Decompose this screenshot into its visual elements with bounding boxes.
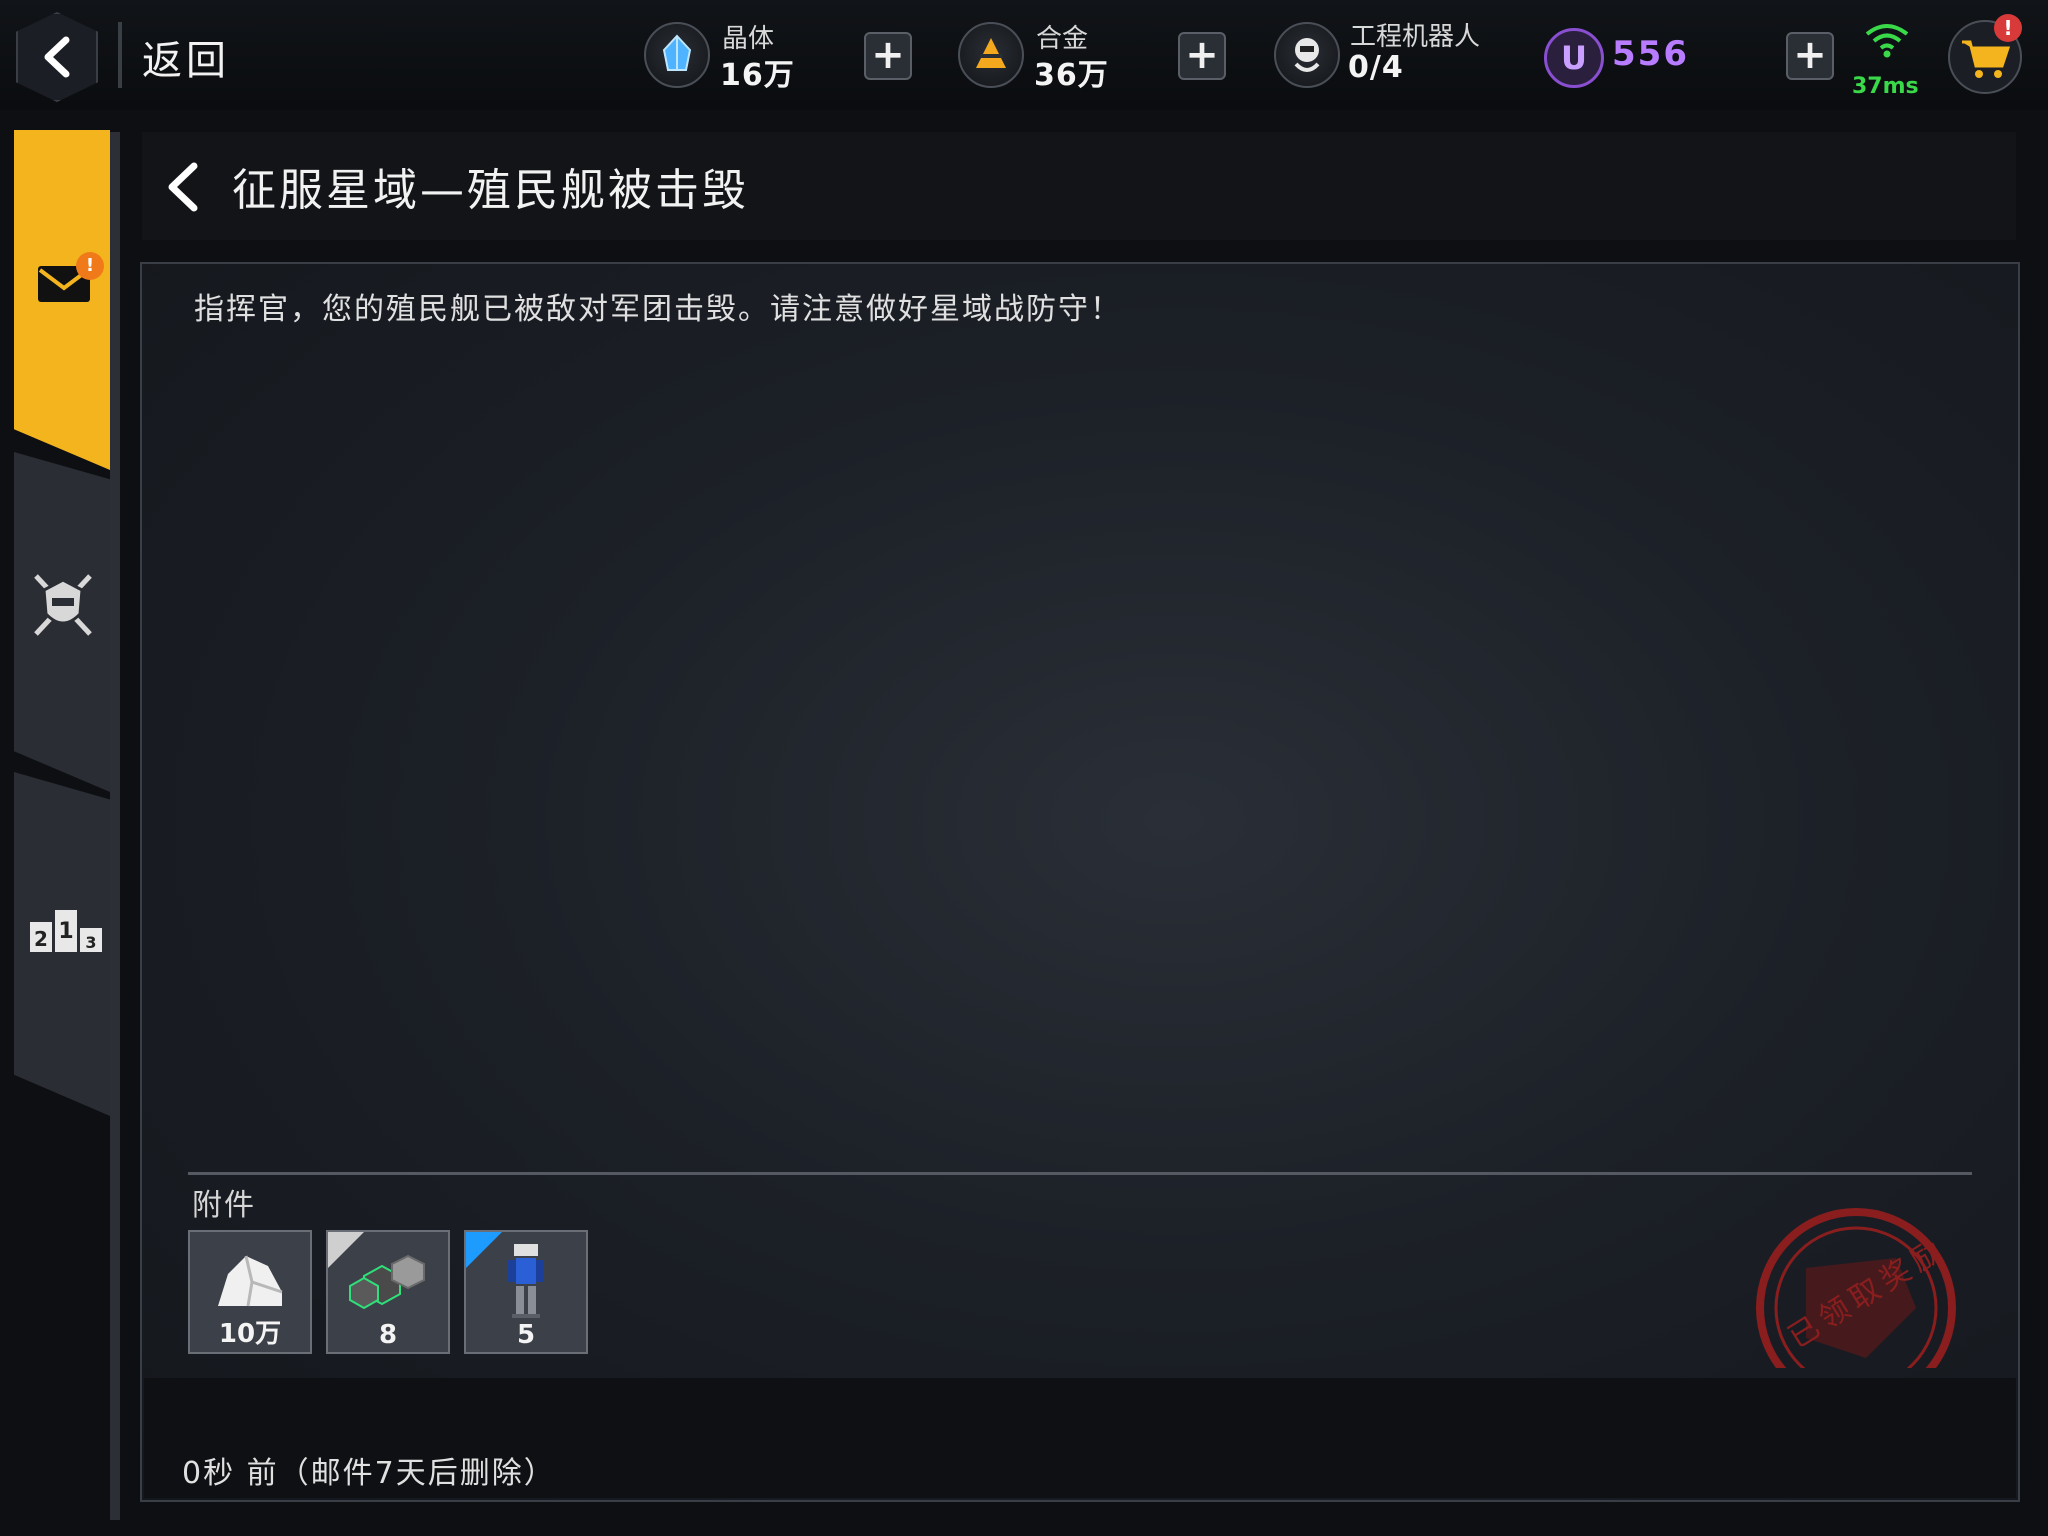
alloy-icon: [958, 22, 1024, 88]
robot-icon: [1274, 22, 1340, 88]
chevron-left-icon[interactable]: [160, 162, 204, 212]
rewards-claimed-stamp: 已领取奖励: [1746, 1198, 1966, 1368]
mail-notification-badge: !: [76, 252, 104, 280]
mail-body: 指挥官，您的殖民舰已被敌对军团击毁。请注意做好星域战防守！: [194, 292, 1122, 327]
attachment-item[interactable]: 8: [326, 1230, 450, 1354]
top-bar: 返回 晶体 16万 + 合金 36万 + 工程机器人 0/4 U 556 + 3…: [0, 0, 2048, 110]
cart-notification-badge: !: [1994, 14, 2022, 42]
attachment-count: 10万: [218, 1319, 282, 1349]
ping-readout: 37ms: [1852, 74, 1919, 99]
robot-value: 0/4: [1348, 50, 1404, 85]
ore-icon: [218, 1255, 283, 1307]
mail-timestamp: 0秒 前（邮件7天后删除）: [182, 1456, 556, 1491]
attachments-label: 附件: [192, 1188, 256, 1223]
add-premium-button[interactable]: +: [1786, 32, 1834, 80]
mail-title: 征服星域—殖民舰被击毁: [232, 165, 749, 216]
tab-ranking[interactable]: 2 1 3: [14, 772, 110, 1116]
chevron-left-icon: [44, 36, 70, 78]
attachment-item[interactable]: 10万: [188, 1230, 312, 1354]
mech-unit-icon: [508, 1244, 544, 1318]
rarity-corner: [466, 1232, 502, 1268]
mail-title-bar: 征服星域—殖民舰被击毁: [142, 132, 2016, 240]
divider: [118, 22, 122, 88]
back-label[interactable]: 返回: [142, 28, 230, 86]
add-crystal-button[interactable]: +: [864, 32, 912, 80]
podium-icon: 2 1 3: [30, 910, 102, 952]
tab-mail[interactable]: [14, 130, 110, 470]
guild-shield-icon: [34, 574, 92, 636]
podium-third-digit: 3: [85, 933, 96, 952]
wifi-icon: [1865, 24, 1909, 58]
crystal-icon: [644, 22, 710, 88]
premium-currency-icon: U: [1544, 28, 1604, 88]
robot-label: 工程机器人: [1350, 22, 1481, 52]
back-button[interactable]: [16, 12, 98, 102]
attachment-count: 8: [378, 1320, 398, 1350]
alloy-value: 36万: [1034, 58, 1109, 93]
tab-guild[interactable]: [14, 452, 110, 792]
mail-content-panel: 指挥官，您的殖民舰已被敌对军团击毁。请注意做好星域战防守！ 附件 10万 8 5…: [140, 262, 2020, 1502]
crystal-value: 16万: [720, 58, 795, 93]
attachment-item[interactable]: 5: [464, 1230, 588, 1354]
hex-plates-icon: [349, 1254, 425, 1310]
podium-second-digit: 2: [34, 927, 48, 951]
sidebar-rail: [110, 132, 120, 1520]
attachment-count: 5: [516, 1320, 536, 1350]
attachments-divider: [188, 1172, 1972, 1175]
premium-currency-value: 556: [1612, 34, 1689, 74]
add-alloy-button[interactable]: +: [1178, 32, 1226, 80]
podium-first-digit: 1: [58, 919, 73, 944]
